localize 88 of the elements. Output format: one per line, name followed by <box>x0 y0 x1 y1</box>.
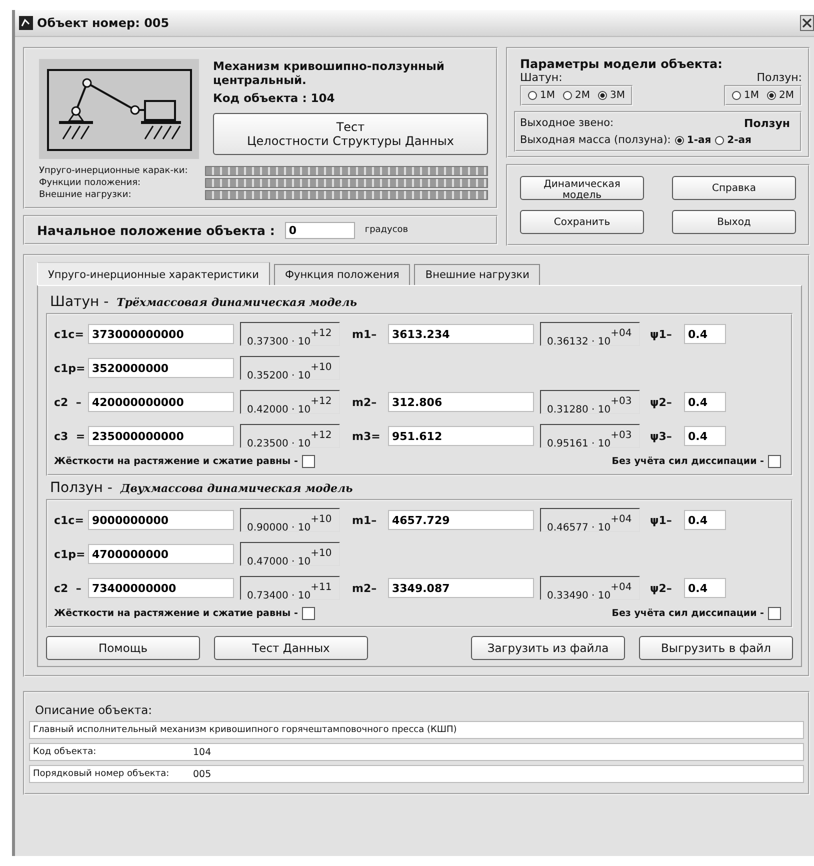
parameter-label: c1c= <box>54 328 85 340</box>
output-link-label: Выходное звено: <box>520 117 614 130</box>
parameter-label: m1– <box>352 328 378 340</box>
progress-label: Внешние нагрузки: <box>39 190 132 200</box>
progress-label: Функции положения: <box>39 178 142 188</box>
description-title: Описание объекта: <box>35 703 154 717</box>
parameter-label: c1p= <box>54 362 86 374</box>
window-title: Объект номер: 005 <box>37 16 170 30</box>
start-position-label: Начальное положение объекта : <box>37 222 275 238</box>
app-icon <box>19 16 33 30</box>
parameter-label: m1– <box>352 514 378 526</box>
parameter-field[interactable]: 3520000000 <box>88 358 234 378</box>
parameter-field[interactable]: 73400000000 <box>88 578 234 598</box>
radio-option[interactable]: 2М <box>563 90 590 101</box>
action-button[interactable]: Тест Данных <box>214 636 368 660</box>
parameter-field[interactable]: 312.806 <box>388 392 534 412</box>
tab[interactable]: Внешние нагрузки <box>414 264 540 285</box>
parameter-label: c2 – <box>54 582 82 594</box>
checkbox-label: Жёсткости на растяжение и сжатие равны - <box>54 608 298 619</box>
checkbox[interactable] <box>768 455 781 468</box>
radio-option[interactable]: 3М <box>598 90 625 101</box>
group-label: Шатун: <box>520 71 564 84</box>
parameter-label: c3 = <box>54 430 86 442</box>
description-label: Главный исполнительный механизм кривошипного горячештамповочного пресса (КШП) <box>33 725 457 735</box>
section-subtitle: Трёхмассовая динамическая модель <box>116 296 358 309</box>
start-position-field[interactable]: 0 <box>284 222 355 238</box>
parameter-label: ψ3– <box>650 430 673 442</box>
tab[interactable]: Функция положения <box>274 264 410 285</box>
radio-option[interactable]: 1М <box>732 90 759 101</box>
parameter-field[interactable]: 4700000000 <box>88 544 234 564</box>
parameter-field[interactable]: 235000000000 <box>88 426 234 446</box>
radio-option[interactable]: 1-ая <box>674 134 712 146</box>
parameter-field[interactable]: 0.4 <box>684 510 726 530</box>
checkbox[interactable] <box>302 607 315 620</box>
output-mass-label: Выходная масса (ползуна): <box>520 134 671 146</box>
group-label: Ползун: <box>756 71 802 84</box>
tab[interactable]: Упруго-инерционные характеристики <box>37 262 270 285</box>
parameter-field[interactable]: 420000000000 <box>88 392 234 412</box>
radio-option[interactable]: 2-ая <box>715 134 752 146</box>
parameter-label: m2– <box>352 396 378 408</box>
parameters-title: Параметры модели объекта: <box>520 57 724 71</box>
parameter-label: m2– <box>352 582 378 594</box>
description-value: 104 <box>193 746 212 758</box>
parameter-field[interactable]: 951.612 <box>388 426 534 446</box>
mechanism-name: Механизм кривошипно-ползунный центральный. <box>213 59 446 87</box>
data-integrity-test-button[interactable]: Тест Целостности Структуры Данных <box>213 113 488 155</box>
progress-label: Упруго-инерционные карак-ки: <box>39 166 189 176</box>
parameter-field[interactable]: 4657.729 <box>388 510 534 530</box>
description-value: 005 <box>193 768 212 780</box>
action-button[interactable]: Справка <box>672 176 796 200</box>
parameter-label: c2 – <box>54 396 82 408</box>
action-button[interactable]: Загрузить из файла <box>471 636 625 660</box>
parameter-field[interactable]: 0.4 <box>684 392 726 412</box>
object-code: Код объекта : 104 <box>213 91 336 105</box>
action-button[interactable]: Сохранить <box>520 210 644 234</box>
parameter-label: c1p= <box>54 548 86 560</box>
output-link-value: Ползун <box>744 117 790 130</box>
parameter-field[interactable]: 0.4 <box>684 426 726 446</box>
parameter-field[interactable]: 373000000000 <box>88 324 234 344</box>
checkbox-label: Жёсткости на растяжение и сжатие равны - <box>54 456 298 467</box>
parameter-field[interactable]: 3349.087 <box>388 578 534 598</box>
parameter-field[interactable]: 3613.234 <box>388 324 534 344</box>
checkbox[interactable] <box>302 455 315 468</box>
action-button[interactable]: Выход <box>672 210 796 234</box>
action-button[interactable]: Динамическая модель <box>520 176 644 200</box>
unit-label: градусов <box>364 225 408 235</box>
parameter-label: m3= <box>352 430 382 442</box>
parameter-label: c1c= <box>54 514 85 526</box>
parameter-label: ψ2– <box>650 396 673 408</box>
description-label: Порядковый номер объекта: <box>33 769 170 779</box>
parameter-label: ψ1– <box>650 328 673 340</box>
section-title: Шатун - <box>50 294 109 310</box>
close-icon[interactable] <box>800 15 814 31</box>
parameter-field[interactable]: 0.4 <box>684 578 726 598</box>
radio-option[interactable]: 2М <box>767 90 794 101</box>
parameter-label: ψ2– <box>650 582 673 594</box>
checkbox[interactable] <box>768 607 781 620</box>
section-subtitle: Двухмассова динамическая модель <box>120 482 353 495</box>
parameter-field[interactable]: 0.4 <box>684 324 726 344</box>
description-label: Код объекта: <box>33 747 98 757</box>
parameter-label: ψ1– <box>650 514 673 526</box>
radio-option[interactable]: 1М <box>528 90 555 101</box>
checkbox-label: Без учёта сил диссипации - <box>612 456 764 467</box>
action-button[interactable]: Выгрузить в файл <box>639 636 793 660</box>
action-button[interactable]: Помощь <box>46 636 200 660</box>
checkbox-label: Без учёта сил диссипации - <box>612 608 764 619</box>
section-title: Ползун - <box>50 480 112 496</box>
parameter-field[interactable]: 9000000000 <box>88 510 234 530</box>
